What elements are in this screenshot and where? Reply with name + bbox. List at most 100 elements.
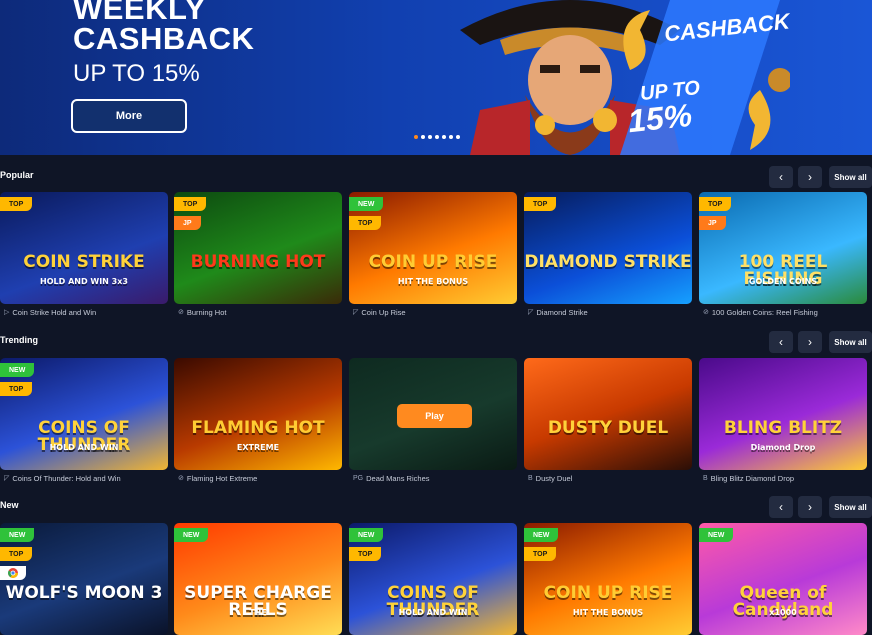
game-card[interactable]: BLING BLITZ Diamond Drop — [699, 358, 867, 470]
badge-new: NEW — [349, 528, 384, 542]
badge-top: TOP — [349, 547, 382, 561]
badge-top: TOP — [0, 197, 33, 211]
section-header-new: New ‹ › Show all — [0, 496, 872, 518]
section-title: Trending — [0, 335, 38, 345]
carousel-dot[interactable] — [428, 135, 432, 139]
prev-button[interactable]: ‹ — [769, 166, 793, 188]
chevron-left-icon: ‹ — [779, 170, 783, 184]
game-caption[interactable]: ⊘ 100 Golden Coins: Reel Fishing — [703, 306, 818, 318]
game-card[interactable]: COINS OF THUNDER HOLD AND WIN NEW TOP — [0, 358, 168, 470]
game-card[interactable]: COIN UP RISE HIT THE BONUS NEW TOP — [349, 192, 517, 304]
booming-icon: B — [703, 474, 708, 482]
game-caption[interactable]: ⊘ Burning Hot — [178, 306, 226, 318]
game-name: Flaming Hot Extreme — [186, 473, 258, 483]
game-logo-sub: HIT THE BONUS — [397, 277, 469, 286]
game-caption[interactable]: B Bling Blitz Diamond Drop — [703, 472, 794, 484]
badge-jp: JP — [699, 216, 726, 230]
game-logo: BLING BLITZ — [723, 418, 843, 438]
badge-top: TOP — [0, 547, 33, 561]
section-header-trending: Trending ‹ › Show all — [0, 331, 872, 353]
egt-icon: ⊘ — [703, 309, 709, 316]
badge-new: NEW — [174, 528, 209, 542]
3oaks-icon: ◸ — [353, 309, 359, 316]
game-logo-sub: Diamond Drop — [750, 443, 816, 452]
game-card[interactable]: DIAMOND STRIKE TOP — [524, 192, 692, 304]
chevron-right-icon: › — [808, 335, 812, 349]
game-logo-sub: HOLD AND WIN — [49, 443, 119, 452]
badge-new: NEW — [699, 528, 734, 542]
chevron-right-icon: › — [808, 500, 812, 514]
carousel-dot[interactable] — [421, 135, 425, 139]
badge-jp: JP — [174, 216, 201, 230]
game-card[interactable]: 100 REEL FISHING GOLDEN COINS TOP JP — [699, 192, 867, 304]
game-caption[interactable]: ⊘ Flaming Hot Extreme — [178, 472, 257, 484]
more-button[interactable]: More — [71, 99, 187, 133]
game-card[interactable]: COIN STRIKE HOLD AND WIN 3x3 TOP — [0, 192, 168, 304]
next-button[interactable]: › — [798, 331, 822, 353]
game-card[interactable]: Play — [349, 358, 517, 470]
section-title: Popular — [0, 170, 34, 180]
game-caption[interactable]: ◸ Diamond Strike — [528, 306, 588, 318]
badge-new: NEW — [0, 528, 35, 542]
carousel-dot[interactable] — [442, 135, 446, 139]
badge-new: NEW — [524, 528, 559, 542]
play-button[interactable]: Play — [397, 404, 472, 428]
game-logo: DUSTY DUEL — [547, 418, 669, 438]
pg-icon: PG — [353, 474, 364, 482]
game-card[interactable]: BURNING HOT TOP JP — [174, 192, 342, 304]
game-name: Bling Blitz Diamond Drop — [710, 473, 795, 483]
prev-button[interactable]: ‹ — [769, 331, 793, 353]
prev-button[interactable]: ‹ — [769, 496, 793, 518]
badge-top: TOP — [0, 382, 33, 396]
show-all-button[interactable]: Show all — [829, 331, 872, 353]
banner-title: WEEKLY CASHBACK — [73, 0, 254, 54]
chevron-right-icon: › — [808, 170, 812, 184]
game-logo-sub: EXTREME — [236, 443, 280, 452]
show-all-button[interactable]: Show all — [829, 496, 872, 518]
game-caption[interactable]: ◸ Coin Up Rise — [353, 306, 406, 318]
badge-top: TOP — [524, 197, 557, 211]
game-name: Dead Mans Riches — [366, 473, 430, 483]
game-logo: WOLF'S MOON 3 — [5, 583, 163, 603]
carousel-dot[interactable] — [435, 135, 439, 139]
game-card[interactable]: SUPER CHARGE REELS THE NEW — [174, 523, 342, 635]
promo-banner[interactable]: CASHBACK UP TO 15% WEEKLY CASHBACK UP TO… — [0, 0, 872, 155]
chevron-left-icon: ‹ — [779, 500, 783, 514]
chevron-left-icon: ‹ — [779, 335, 783, 349]
game-thumbnail — [174, 358, 342, 470]
game-name: Coin Up Rise — [361, 307, 406, 317]
egt-icon: ⊘ — [178, 475, 184, 482]
next-button[interactable]: › — [798, 496, 822, 518]
badge-top: TOP — [699, 197, 732, 211]
carousel-dots — [414, 135, 460, 139]
percent-art-text: 15% — [626, 96, 694, 140]
show-all-button[interactable]: Show all — [829, 166, 872, 188]
game-logo: BURNING HOT — [190, 252, 326, 272]
carousel-dot[interactable] — [456, 135, 460, 139]
game-caption[interactable]: PG Dead Mans Riches — [353, 472, 430, 484]
game-caption[interactable]: B Dusty Duel — [528, 472, 572, 484]
game-name: Dusty Duel — [535, 473, 573, 483]
egt-icon: ⊘ — [178, 309, 184, 316]
game-card[interactable]: WOLF'S MOON 3 NEW TOP — [0, 523, 168, 635]
game-logo-sub: HIT THE BONUS — [572, 608, 644, 617]
game-name: Coins Of Thunder: Hold and Win — [12, 473, 121, 483]
game-name: 100 Golden Coins: Reel Fishing — [711, 307, 818, 317]
game-card[interactable]: FLAMING HOT EXTREME — [174, 358, 342, 470]
carousel-dot[interactable] — [414, 135, 418, 139]
game-card[interactable]: DUSTY DUEL — [524, 358, 692, 470]
game-card[interactable]: Queen of Candyland x1000 NEW — [699, 523, 867, 635]
game-logo-sub: HOLD AND WIN — [398, 608, 468, 617]
game-card[interactable]: COINS OF THUNDER HOLD AND WIN NEW TOP — [349, 523, 517, 635]
game-caption[interactable]: ▷ Coin Strike Hold and Win — [4, 306, 96, 318]
next-button[interactable]: › — [798, 166, 822, 188]
game-name: Coin Strike Hold and Win — [12, 307, 97, 317]
game-thumbnail — [524, 358, 692, 470]
badge-new: NEW — [0, 363, 35, 377]
game-caption[interactable]: ◸ Coins Of Thunder: Hold and Win — [4, 472, 121, 484]
carousel-dot[interactable] — [449, 135, 453, 139]
game-card[interactable]: COIN UP RISE HIT THE BONUS NEW TOP — [524, 523, 692, 635]
game-logo: COIN UP RISE — [368, 252, 498, 272]
game-logo-sub: x1000 — [769, 608, 797, 617]
section-title: New — [0, 500, 19, 510]
